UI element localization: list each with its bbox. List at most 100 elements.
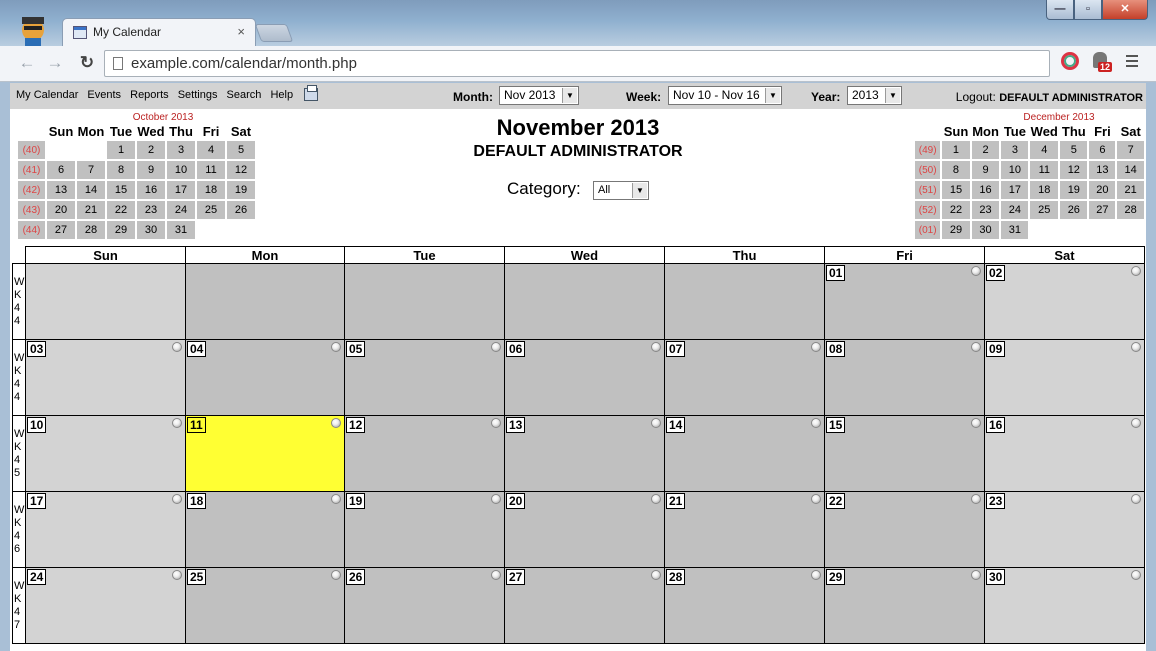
mini-prev-day[interactable]: 25 (197, 201, 225, 219)
mini-next-day[interactable]: 7 (1117, 141, 1144, 159)
day-number-link[interactable]: 12 (346, 417, 366, 433)
nav-help[interactable]: Help (270, 89, 293, 101)
minimize-button[interactable]: — (1046, 0, 1074, 20)
add-event-icon[interactable] (1131, 266, 1141, 276)
day-number-link[interactable]: 29 (826, 569, 846, 585)
mini-next-day[interactable]: 17 (1001, 181, 1029, 199)
mini-prev-day[interactable]: 5 (227, 141, 255, 159)
day-cell[interactable]: 01 (824, 263, 985, 340)
day-cell[interactable]: 15 (824, 415, 985, 492)
mini-prev-day[interactable]: 24 (167, 201, 195, 219)
day-cell[interactable]: 20 (504, 491, 665, 568)
add-event-icon[interactable] (971, 266, 981, 276)
day-number-link[interactable]: 08 (826, 341, 846, 357)
add-event-icon[interactable] (971, 342, 981, 352)
day-number-link[interactable]: 10 (27, 417, 47, 433)
category-select[interactable]: All ▼ (593, 181, 649, 200)
day-cell[interactable]: 30 (984, 567, 1145, 644)
logout-link[interactable]: Logout: DEFAULT ADMINISTRATOR (956, 90, 1143, 104)
day-number-link[interactable]: 13 (506, 417, 526, 433)
mini-prev-day[interactable]: 31 (167, 221, 195, 239)
nav-events[interactable]: Events (87, 89, 121, 101)
day-cell[interactable]: 17 (25, 491, 186, 568)
add-event-icon[interactable] (1131, 418, 1141, 428)
mini-prev-day[interactable]: 8 (107, 161, 135, 179)
mini-next-day[interactable]: 28 (1117, 201, 1144, 219)
mini-next-day[interactable]: 25 (1030, 201, 1059, 219)
add-event-icon[interactable] (1131, 342, 1141, 352)
mini-next-day[interactable]: 15 (942, 181, 970, 199)
nav-settings[interactable]: Settings (178, 89, 218, 101)
mini-next-day[interactable]: 4 (1030, 141, 1059, 159)
day-number-link[interactable]: 03 (27, 341, 47, 357)
day-cell[interactable]: 03 (25, 339, 186, 416)
mini-next-day[interactable]: 22 (942, 201, 970, 219)
add-event-icon[interactable] (811, 418, 821, 428)
nav-reports[interactable]: Reports (130, 89, 169, 101)
day-number-link[interactable]: 28 (666, 569, 686, 585)
day-number-link[interactable]: 09 (986, 341, 1006, 357)
mini-prev-day[interactable]: 13 (47, 181, 75, 199)
mini-prev-day[interactable]: 30 (137, 221, 165, 239)
day-cell[interactable]: 26 (344, 567, 505, 644)
mini-prev-week-number[interactable]: (41) (18, 161, 45, 179)
tab-my-calendar[interactable]: My Calendar × (62, 18, 256, 46)
mini-prev-day[interactable]: 16 (137, 181, 165, 199)
day-cell[interactable]: 21 (664, 491, 825, 568)
day-number-link[interactable]: 24 (27, 569, 47, 585)
reload-icon[interactable]: ↻ (76, 53, 98, 73)
add-event-icon[interactable] (491, 494, 501, 504)
add-event-icon[interactable] (172, 570, 182, 580)
add-event-icon[interactable] (1131, 494, 1141, 504)
day-number-link[interactable]: 20 (506, 493, 526, 509)
add-event-icon[interactable] (331, 342, 341, 352)
mini-prev-week-number[interactable]: (43) (18, 201, 45, 219)
mini-prev-day[interactable]: 20 (47, 201, 75, 219)
add-event-icon[interactable] (172, 418, 182, 428)
day-cell[interactable]: 29 (824, 567, 985, 644)
add-event-icon[interactable] (971, 494, 981, 504)
back-arrow-icon[interactable]: ← (16, 53, 38, 73)
mini-prev-day[interactable]: 3 (167, 141, 195, 159)
url-text[interactable]: example.com/calendar/month.php (131, 55, 357, 72)
day-cell[interactable]: 13 (504, 415, 665, 492)
mini-prev-day[interactable]: 22 (107, 201, 135, 219)
week-number-link[interactable]: WK46 (12, 491, 26, 568)
day-cell[interactable]: 23 (984, 491, 1145, 568)
mini-next-day[interactable]: 26 (1060, 201, 1088, 219)
mini-prev-day[interactable]: 15 (107, 181, 135, 199)
day-cell[interactable]: 14 (664, 415, 825, 492)
mini-next-day[interactable]: 8 (942, 161, 970, 179)
mini-next-day[interactable]: 9 (971, 161, 1000, 179)
mini-next-day[interactable]: 18 (1030, 181, 1059, 199)
day-cell[interactable]: 07 (664, 339, 825, 416)
add-event-icon[interactable] (491, 418, 501, 428)
week-number-link[interactable]: WK45 (12, 415, 26, 492)
mini-prev-day[interactable]: 27 (47, 221, 75, 239)
week-number-link[interactable]: WK47 (12, 567, 26, 644)
mini-prev-day[interactable]: 14 (77, 181, 105, 199)
day-cell[interactable]: 18 (185, 491, 345, 568)
week-number-link[interactable]: WK44 (12, 339, 26, 416)
mini-next-day[interactable]: 5 (1060, 141, 1088, 159)
mini-prev-day[interactable]: 29 (107, 221, 135, 239)
day-cell[interactable]: 28 (664, 567, 825, 644)
mini-next-day[interactable]: 23 (971, 201, 1000, 219)
forward-arrow-icon[interactable]: → (44, 53, 66, 73)
add-event-icon[interactable] (172, 342, 182, 352)
add-event-icon[interactable] (651, 570, 661, 580)
mini-next-day[interactable]: 10 (1001, 161, 1029, 179)
day-number-link[interactable]: 30 (986, 569, 1006, 585)
week-number-link[interactable]: WK44 (12, 263, 26, 340)
mini-next-week-number[interactable]: (52) (915, 201, 941, 219)
day-cell[interactable]: 19 (344, 491, 505, 568)
mini-next-day[interactable]: 19 (1060, 181, 1088, 199)
day-number-link[interactable]: 04 (187, 341, 207, 357)
mini-next-day[interactable]: 3 (1001, 141, 1029, 159)
day-number-link[interactable]: 21 (666, 493, 686, 509)
mini-next-day[interactable]: 20 (1089, 181, 1116, 199)
mini-next-day[interactable]: 14 (1117, 161, 1144, 179)
day-cell[interactable]: 02 (984, 263, 1145, 340)
new-tab-button[interactable] (254, 24, 294, 42)
mini-next-day[interactable]: 21 (1117, 181, 1144, 199)
